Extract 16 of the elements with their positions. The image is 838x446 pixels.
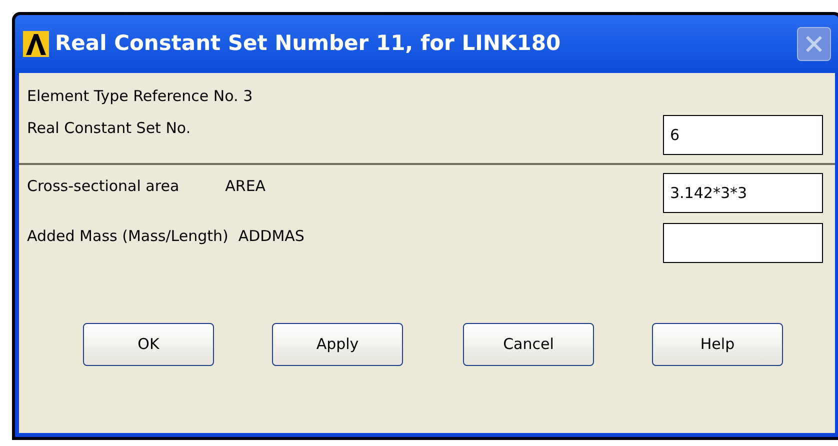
dialog-button[interactable]: Help xyxy=(652,323,783,366)
close-icon xyxy=(804,34,824,54)
dialog-button[interactable]: Apply xyxy=(272,323,403,366)
field-label: Cross-sectional area xyxy=(27,176,180,197)
input-field[interactable]: 6 xyxy=(663,115,823,155)
input-field[interactable]: 3.142*3*3 xyxy=(663,173,823,213)
dialog-button[interactable]: OK xyxy=(83,323,214,366)
dialog-button[interactable]: Cancel xyxy=(463,323,594,366)
window-title: Real Constant Set Number 11, for LINK180 xyxy=(55,30,561,58)
field-label: Added Mass (Mass/Length) xyxy=(27,226,228,247)
input-field[interactable] xyxy=(663,223,823,263)
field-label: Real Constant Set No. xyxy=(27,118,191,139)
element-type-text: Element Type Reference No. 3 xyxy=(27,86,254,107)
field-code: ADDMAS xyxy=(238,226,304,247)
field-code: AREA xyxy=(225,176,266,197)
logo-icon xyxy=(23,31,49,57)
